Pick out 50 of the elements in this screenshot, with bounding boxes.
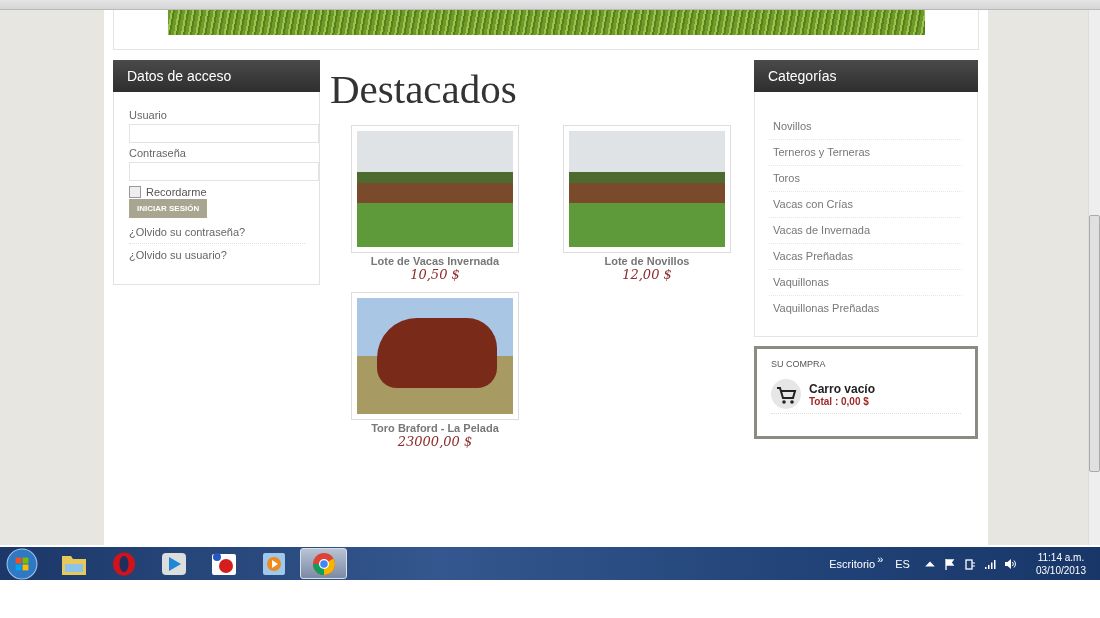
start-button[interactable]	[6, 547, 38, 580]
field-label: Usuario	[129, 108, 168, 123]
cart-icon	[771, 379, 801, 409]
link[interactable]: ¿Olvido su usuario?	[129, 244, 305, 266]
login-button[interactable]: INICIAR SESIÓN	[129, 199, 208, 218]
username-field[interactable]	[129, 124, 319, 143]
cart-title: SU COMPRA	[771, 359, 827, 369]
link[interactable]: ¿Olvido su contraseña?	[129, 224, 305, 244]
toolbar-expand[interactable]: »	[877, 552, 884, 565]
speaker-icon[interactable]	[1003, 557, 1016, 570]
panel-title: Datos de acceso	[113, 60, 320, 92]
photo-frame[interactable]	[351, 292, 519, 420]
product-name[interactable]: Toro Braford - La Pelada	[371, 422, 499, 434]
opera-icon	[110, 551, 137, 576]
product-name[interactable]: Lote de Novillos	[604, 255, 690, 267]
category-link[interactable]: Novillos	[769, 114, 962, 140]
toolbar-label[interactable]: Escritorio	[829, 557, 876, 570]
language-indicator[interactable]: ES	[895, 557, 910, 570]
category-link[interactable]: Vaquillonas	[769, 270, 962, 296]
cart-status: Carro vacío	[809, 381, 876, 396]
category-link[interactable]: Vacas de Invernada	[769, 218, 962, 244]
flag-icon[interactable]	[943, 557, 956, 570]
chrome-icon	[310, 551, 337, 576]
category-link[interactable]: Terneros y Terneras	[769, 140, 962, 166]
category-link[interactable]: Vacas con Crías	[769, 192, 962, 218]
power-icon[interactable]	[963, 557, 976, 570]
product-name[interactable]: Lote de Vacas Invernada	[370, 255, 500, 267]
play-icon	[260, 551, 287, 576]
product-price: 23000,00 $	[397, 434, 473, 449]
password-field[interactable]	[129, 162, 319, 181]
checkbox-label: Recordarme	[146, 186, 207, 198]
field-label: Contraseña	[129, 146, 187, 161]
category-link[interactable]: Vacas Preñadas	[769, 244, 962, 270]
photo-frame[interactable]	[351, 125, 519, 253]
clock-date[interactable]: 03/10/2013	[1035, 563, 1086, 577]
signal-icon[interactable]	[983, 557, 996, 570]
panel-title: Categorías	[754, 60, 978, 92]
scroll-thumb[interactable]	[1089, 215, 1100, 472]
category-link[interactable]: Toros	[769, 166, 962, 192]
play-icon	[160, 551, 187, 576]
product-price: 10,50 $	[410, 267, 460, 282]
product-price: 12,00 $	[622, 267, 672, 282]
section-heading: Destacados	[330, 65, 518, 113]
cart-total: Total : 0,00 $	[809, 395, 870, 407]
remember-checkbox[interactable]	[129, 186, 141, 198]
photo-frame[interactable]	[563, 125, 731, 253]
paint-icon	[210, 551, 237, 576]
category-link[interactable]: Vaquillonas Preñadas	[769, 296, 962, 321]
clock-time[interactable]: 11:14 a.m.	[1037, 550, 1085, 564]
scrollbar[interactable]	[1088, 10, 1100, 545]
